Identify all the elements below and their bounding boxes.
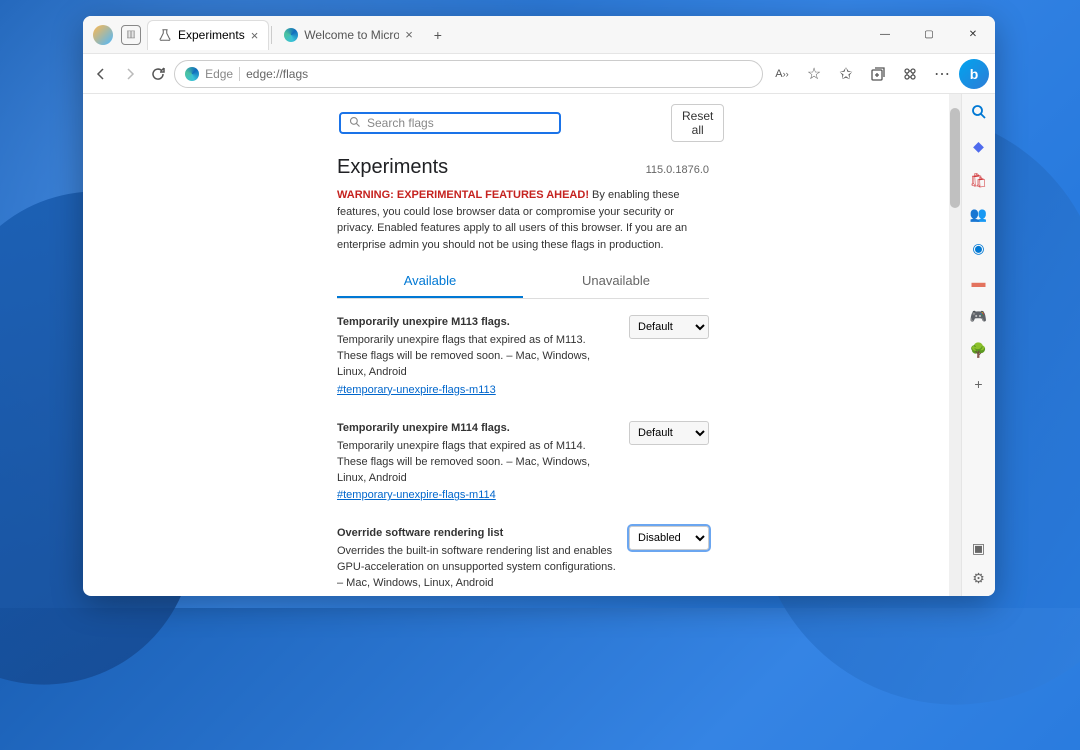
page-title: Experiments [337,156,448,179]
address-bar[interactable]: Edge edge://flags [174,60,763,88]
flag-description: Temporarily unexpire flags that expired … [337,439,617,487]
flag-state-dropdown[interactable]: Default [629,315,709,339]
flag-tabs: Available Unavailable [337,265,709,299]
close-window-button[interactable]: ✕ [951,16,995,54]
profile-avatar[interactable] [93,25,113,45]
page-content: Search flags Reset all Experiments 115.0… [83,94,961,596]
tab-available[interactable]: Available [337,265,523,298]
sidebar-toggle-icon[interactable]: ▣ [969,538,989,558]
edge-sidebar: ◆ 🛍 👥 ◉ ▬ 🎮 🌳 + ▣ ⚙ [961,94,995,596]
tab-unavailable[interactable]: Unavailable [523,265,709,298]
outlook-icon[interactable]: ◉ [969,238,989,258]
extensions-icon[interactable] [895,59,925,89]
address-url: edge://flags [246,67,308,81]
flag-state-dropdown[interactable]: Default [629,421,709,445]
tab-label: Welcome to Microsoft Edge Can [304,28,399,42]
version-label: 115.0.1876.0 [646,164,709,176]
tab-label: Experiments [178,28,245,42]
flag-description: Temporarily unexpire flags that expired … [337,333,617,381]
flag-row: Override software rendering list Overrid… [337,526,709,596]
search-placeholder: Search flags [367,116,434,130]
maximize-button[interactable]: ▢ [907,16,951,54]
flag-description: Overrides the built-in software renderin… [337,544,617,592]
menu-button[interactable]: ⋯ [927,59,957,89]
minimize-button[interactable]: — [863,16,907,54]
games-icon[interactable]: 🎮 [969,306,989,326]
collections-icon[interactable] [863,59,893,89]
shopping-icon[interactable]: 🛍 [969,170,989,190]
edge-icon [185,67,199,81]
flag-anchor-link[interactable]: #temporary-unexpire-flags-m113 [337,383,496,399]
flag-state-dropdown[interactable]: Disabled [629,526,709,550]
browser-window: ▥ Experiments × Welcome to Microsoft Edg… [83,16,995,596]
favorite-star-icon[interactable]: ☆ [799,59,829,89]
flag-row: Temporarily unexpire M113 flags. Tempora… [337,315,709,399]
flag-row: Temporarily unexpire M114 flags. Tempora… [337,421,709,505]
search-icon[interactable] [969,102,989,122]
tools-icon[interactable]: ◆ [969,136,989,156]
search-flags-input[interactable]: Search flags [339,112,561,134]
tree-icon[interactable]: 🌳 [969,340,989,360]
flag-title: Override software rendering list [337,526,617,542]
flag-title: Temporarily unexpire M114 flags. [337,421,617,437]
flag-anchor-link[interactable]: #temporary-unexpire-flags-m114 [337,488,496,504]
toolbar: Edge edge://flags A›› ☆ ✩ ⋯ b [83,54,995,94]
close-icon[interactable]: × [251,28,259,43]
office-icon[interactable]: ▬ [969,272,989,292]
bing-chat-button[interactable]: b [959,59,989,89]
flask-icon [158,28,172,42]
tab-actions-button[interactable]: ▥ [121,25,141,45]
warning-highlight: WARNING: EXPERIMENTAL FEATURES AHEAD! [337,189,589,201]
scrollbar[interactable] [949,94,961,596]
tab-experiments[interactable]: Experiments × [147,20,269,50]
address-prefix: Edge [205,67,240,81]
flag-anchor-link[interactable]: #ignore-gpu-blocklist [337,594,439,596]
back-button[interactable] [89,59,113,89]
refresh-button[interactable] [146,59,170,89]
edge-icon [284,28,298,42]
settings-icon[interactable]: ⚙ [969,568,989,588]
flag-title: Temporarily unexpire M113 flags. [337,315,617,331]
search-icon [349,116,361,131]
people-icon[interactable]: 👥 [969,204,989,224]
favorites-icon[interactable]: ✩ [831,59,861,89]
new-tab-button[interactable]: + [425,22,451,48]
titlebar: ▥ Experiments × Welcome to Microsoft Edg… [83,16,995,54]
close-icon[interactable]: × [405,27,413,42]
add-sidebar-button[interactable]: + [969,374,989,394]
reset-all-button[interactable]: Reset all [671,104,724,142]
tab-welcome[interactable]: Welcome to Microsoft Edge Can × [274,20,423,50]
read-aloud-icon[interactable]: A›› [767,59,797,89]
forward-button[interactable] [117,59,141,89]
warning-text: WARNING: EXPERIMENTAL FEATURES AHEAD! By… [337,187,709,253]
